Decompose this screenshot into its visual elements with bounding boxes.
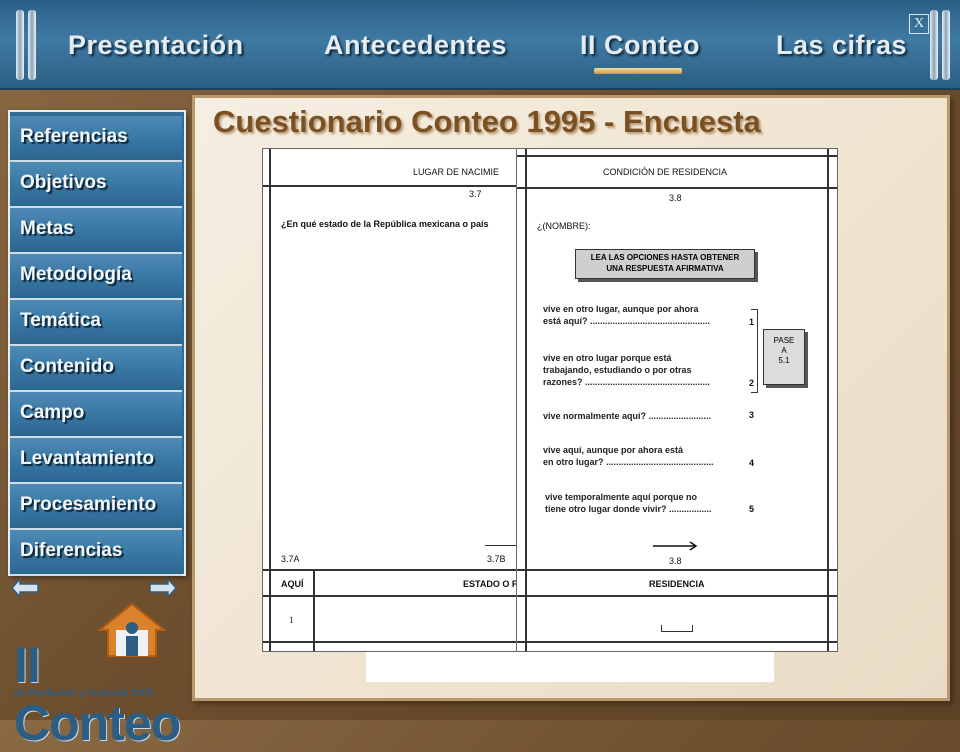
nav-ii-conteo[interactable]: II Conteo — [580, 30, 700, 61]
question-text: ¿(NOMBRE): — [537, 221, 591, 231]
sidebar-item-tematica[interactable]: Temática — [10, 300, 182, 346]
question-number: 3.8 — [669, 193, 682, 203]
section-header: CONDICIÓN DE RESIDENCIA — [603, 167, 728, 177]
sidebar-item-objetivos[interactable]: Objetivos — [10, 162, 182, 208]
sidebar-item-metodologia[interactable]: Metodología — [10, 254, 182, 300]
sidebar-item-label: Levantamiento — [20, 448, 155, 469]
nav-rail-left-inner — [28, 10, 36, 80]
option-1: vive en otro lugar, aunque por ahora est… — [543, 304, 711, 326]
arrow-left-icon[interactable] — [10, 576, 40, 600]
questionnaire-page-left: LUGAR DE NACIMIE 3.7 ¿En qué estado de l… — [262, 148, 518, 652]
nav-rail-right-outer — [942, 10, 950, 80]
sidebar-item-label: Diferencias — [20, 540, 123, 561]
option-code: 3 — [749, 410, 755, 420]
nav-las-cifras[interactable]: Las cifras — [776, 30, 907, 61]
questionnaire-page-right: CONDICIÓN DE RESIDENCIA 3.8 ¿(NOMBRE): L… — [516, 148, 838, 652]
sidebar-item-label: Procesamiento — [20, 494, 157, 515]
skip-instruction-box: PASE A 5.1 — [763, 329, 805, 385]
label-3-7b: 3.7B — [487, 554, 506, 564]
option-5: vive temporalmente aquí porque no tiene … — [545, 492, 712, 514]
nav-rail-right — [930, 10, 938, 80]
sidebar-item-label: Metodología — [20, 264, 132, 285]
column-residencia: RESIDENCIA — [649, 579, 705, 589]
option-code: 4 — [749, 458, 755, 468]
next-question-number: 3.8 — [669, 556, 682, 566]
option-3: vive normalmente aquí? .................… — [543, 411, 712, 421]
question-number: 3.7 — [469, 189, 482, 199]
nav-presentacion[interactable]: Presentación — [68, 30, 244, 61]
options-bracket — [751, 309, 758, 393]
sidebar-menu: Referencias Objetivos Metas Metodología … — [8, 110, 186, 576]
instruction-box: LEA LAS OPCIONES HASTA OBTENER UNA RESPU… — [575, 249, 755, 279]
sidebar-item-referencias[interactable]: Referencias — [10, 116, 182, 162]
sidebar-item-levantamiento[interactable]: Levantamiento — [10, 438, 182, 484]
sidebar-item-label: Objetivos — [20, 172, 107, 193]
option-code: 5 — [749, 504, 755, 514]
sidebar-item-campo[interactable]: Campo — [10, 392, 182, 438]
page-title: Cuestionario Conteo 1995 - Encuesta — [213, 104, 761, 139]
label-3-7a: 3.7A — [281, 554, 300, 564]
answer-box — [661, 625, 693, 632]
sidebar-item-contenido[interactable]: Contenido — [10, 346, 182, 392]
instruction-line: LEA LAS OPCIONES HASTA OBTENER — [590, 253, 740, 262]
row-number: 1 — [289, 615, 294, 625]
sidebar-item-label: Referencias — [20, 126, 128, 147]
question-text: ¿En qué estado de la República mexicana … — [281, 219, 489, 229]
active-nav-indicator — [594, 68, 682, 74]
option-4: vive aquí, aunque por ahora está en otro… — [543, 445, 714, 467]
sidebar-item-metas[interactable]: Metas — [10, 208, 182, 254]
column-estado: ESTADO O P — [463, 579, 518, 589]
arrow-right-icon — [653, 541, 698, 551]
sidebar-item-label: Campo — [20, 402, 85, 423]
conteo-logo: II Conteo de Población y Vivienda 2005 — [10, 600, 181, 751]
sidebar-item-label: Contenido — [20, 356, 114, 377]
sidebar-item-procesamiento[interactable]: Procesamiento — [10, 484, 182, 530]
nav-antecedentes[interactable]: Antecedentes — [324, 30, 507, 61]
column-aqui: AQUÍ — [281, 579, 304, 589]
nav-rail-left — [16, 10, 24, 80]
option-2: vive en otro lugar porque está trabajand… — [543, 353, 711, 387]
document-bottom-strip — [366, 652, 774, 682]
sidebar-item-label: Metas — [20, 218, 74, 239]
logo-subtitle: de Población y Vivienda 2005 — [14, 688, 154, 699]
top-navigation-bar: Presentación Antecedentes II Conteo Las … — [0, 0, 960, 90]
sidebar-item-diferencias[interactable]: Diferencias — [10, 530, 182, 576]
close-button[interactable]: X — [909, 14, 929, 34]
arrow-right-icon[interactable] — [148, 576, 178, 600]
instruction-line: UNA RESPUESTA AFIRMATIVA — [606, 264, 724, 273]
section-header: LUGAR DE NACIMIE — [413, 167, 500, 177]
sidebar-item-label: Temática — [20, 310, 101, 331]
